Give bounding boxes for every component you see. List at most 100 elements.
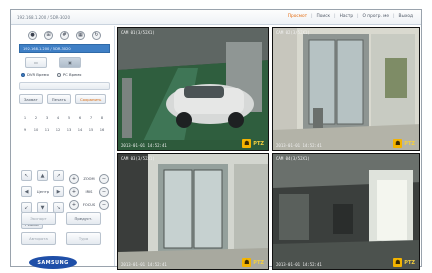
ptz-indicator[interactable]: ☗ PTZ	[393, 258, 415, 267]
control-panel: ● ⊞ # ▦ ↻ 192.168.1.200 / 5DR-3020 ▭ ▣ D…	[11, 26, 115, 266]
dvr-time-label: DVR Время	[27, 72, 49, 77]
top-bar: 192.168.1.200 / 5DR-3020 Просмот | Поиск…	[11, 10, 421, 25]
multi-view-button[interactable]: ▣	[59, 57, 81, 68]
channel-button[interactable]: 6	[76, 114, 84, 121]
camera-label: CAM 01(3/52X1)	[121, 30, 155, 35]
channel-button[interactable]: 4	[54, 114, 62, 121]
ptz-indicator[interactable]: ☗ PTZ	[242, 258, 264, 267]
camera-3-scene	[118, 154, 268, 269]
nav-search[interactable]: Поиск	[317, 14, 331, 19]
channel-button[interactable]: 11	[43, 126, 51, 133]
camera-view-4[interactable]: CAM 04(3/52X1) 2013-01-01 14:52:41 ☗ PTZ	[272, 153, 420, 270]
grid-4-icon[interactable]: ⊞	[44, 31, 53, 40]
dvr-time-radio[interactable]: DVR Время	[21, 72, 49, 77]
device-address: 192.168.1.200 / 5DR-3020	[17, 15, 71, 20]
focus-far-icon[interactable]: −	[99, 200, 109, 210]
preset-button[interactable]: Предуст.	[66, 212, 101, 225]
iris-label: IRIS	[85, 190, 93, 194]
pan-up-right-icon[interactable]: ↗	[53, 170, 64, 181]
pc-time-radio[interactable]: PC Время	[56, 72, 81, 77]
status-bar[interactable]	[19, 82, 110, 90]
autorotate-button[interactable]: Авторота	[21, 232, 56, 245]
sequence-icon[interactable]: ↻	[92, 31, 101, 40]
nav-separator: |	[311, 14, 313, 19]
camera-2-scene	[273, 28, 419, 150]
zoom-row: + ZOOM −	[69, 174, 109, 184]
zoom-in-icon[interactable]: +	[69, 174, 79, 184]
camera-view-3[interactable]: CAM 03(3/52X1) 2013-01-01 14:52:41 ☗ PTZ	[117, 153, 269, 270]
focus-row: + FOCUS −	[69, 200, 109, 210]
ptz-indicator[interactable]: ☗ PTZ	[242, 139, 264, 148]
pan-left-icon[interactable]: ◀	[21, 186, 32, 197]
save-button[interactable]: Сохранить	[75, 94, 107, 104]
nav-live-view[interactable]: Просмот	[288, 14, 307, 19]
top-nav: Просмот | Поиск | Настр | О прогр. ме | …	[288, 14, 413, 19]
channel-button[interactable]: 15	[87, 126, 95, 133]
dvr-web-viewer: 192.168.1.200 / 5DR-3020 Просмот | Поиск…	[0, 0, 432, 273]
nav-about[interactable]: О прогр. ме	[363, 14, 390, 19]
camera-timestamp: 2013-01-01 14:52:41	[276, 143, 322, 148]
focus-near-icon[interactable]: +	[69, 200, 79, 210]
print-button[interactable]: Печать	[46, 94, 72, 104]
pan-right-icon[interactable]: ▶	[53, 186, 64, 197]
camera-timestamp: 2013-01-01 14:52:41	[276, 262, 322, 267]
grid-1-icon[interactable]: ●	[28, 31, 37, 40]
grid-16-icon[interactable]: ▦	[76, 31, 85, 40]
nav-separator: |	[393, 14, 395, 19]
channel-button[interactable]: 5	[65, 114, 73, 121]
device-selector[interactable]: 192.168.1.200 / 5DR-3020	[19, 44, 110, 53]
camera-label: CAM 02(3/52X1)	[276, 30, 310, 35]
camera-timestamp: 2013-01-01 14:52:41	[121, 262, 167, 267]
camera-view-2[interactable]: CAM 02(3/52X1) 2013-01-01 14:52:41 ☗ PTZ	[272, 27, 420, 151]
tour-button[interactable]: Тура	[66, 232, 101, 245]
samsung-logo: SAMSUNG	[29, 256, 77, 269]
capture-button[interactable]: Захват	[19, 94, 43, 104]
ptz-label: PTZ	[404, 140, 415, 147]
channel-button[interactable]: 12	[54, 126, 62, 133]
channel-button[interactable]: 1	[21, 114, 29, 121]
nav-logout[interactable]: Выход	[399, 14, 413, 19]
channel-row-2: 9 10 11 12 13 14 15 16	[21, 126, 106, 133]
pan-up-icon[interactable]: ▲	[37, 170, 48, 181]
nav-separator: |	[357, 14, 359, 19]
channel-button[interactable]: 8	[98, 114, 106, 121]
channel-button[interactable]: 13	[65, 126, 73, 133]
iris-open-icon[interactable]: +	[69, 187, 79, 197]
bottom-row-2: Авторота Тура	[21, 232, 101, 245]
grid-9-icon[interactable]: #	[60, 31, 69, 40]
ptz-dpad: ↖ ▲ ↗ ◀ Центр ▶ ↙ ▼ ↘	[21, 170, 65, 214]
nav-settings[interactable]: Настр	[340, 14, 353, 19]
person-icon: ☗	[242, 139, 252, 148]
person-icon: ☗	[393, 139, 403, 148]
ptz-label: PTZ	[253, 259, 264, 266]
camera-timestamp: 2013-01-01 14:52:41	[121, 143, 167, 148]
channel-button[interactable]: 16	[98, 126, 106, 133]
camera-label: CAM 04(3/52X1)	[276, 156, 310, 161]
camera-view-1[interactable]: CAM 01(3/52X1) 2013-01-01 14:52:41 ☗ PTZ	[117, 27, 269, 151]
channel-button[interactable]: 7	[87, 114, 95, 121]
ptz-lens-controls: + ZOOM − + IRIS − + FOCUS −	[69, 174, 109, 210]
person-icon: ☗	[393, 258, 403, 267]
camera-4-scene	[273, 154, 419, 269]
person-icon: ☗	[242, 258, 252, 267]
camera-1-scene	[118, 28, 268, 150]
channel-button[interactable]: 10	[32, 126, 40, 133]
dpad-center-label[interactable]: Центр	[33, 186, 53, 197]
bottom-row-1: Экспорт Предуст.	[21, 212, 101, 225]
ptz-label: PTZ	[404, 259, 415, 266]
single-view-button[interactable]: ▭	[25, 57, 47, 68]
pan-up-left-icon[interactable]: ↖	[21, 170, 32, 181]
action-buttons: Захват Печать Сохранить	[19, 94, 107, 104]
channel-row-1: 1 2 3 4 5 6 7 8	[21, 114, 106, 121]
zoom-out-icon[interactable]: −	[99, 174, 109, 184]
radio-on-icon	[21, 73, 25, 77]
channel-button[interactable]: 3	[43, 114, 51, 121]
channel-button[interactable]: 9	[21, 126, 29, 133]
export-button[interactable]: Экспорт	[21, 212, 56, 225]
ptz-label: PTZ	[253, 140, 264, 147]
radio-off-icon	[56, 73, 61, 77]
channel-button[interactable]: 2	[32, 114, 40, 121]
ptz-indicator[interactable]: ☗ PTZ	[393, 139, 415, 148]
channel-button[interactable]: 14	[76, 126, 84, 133]
iris-close-icon[interactable]: −	[99, 187, 109, 197]
